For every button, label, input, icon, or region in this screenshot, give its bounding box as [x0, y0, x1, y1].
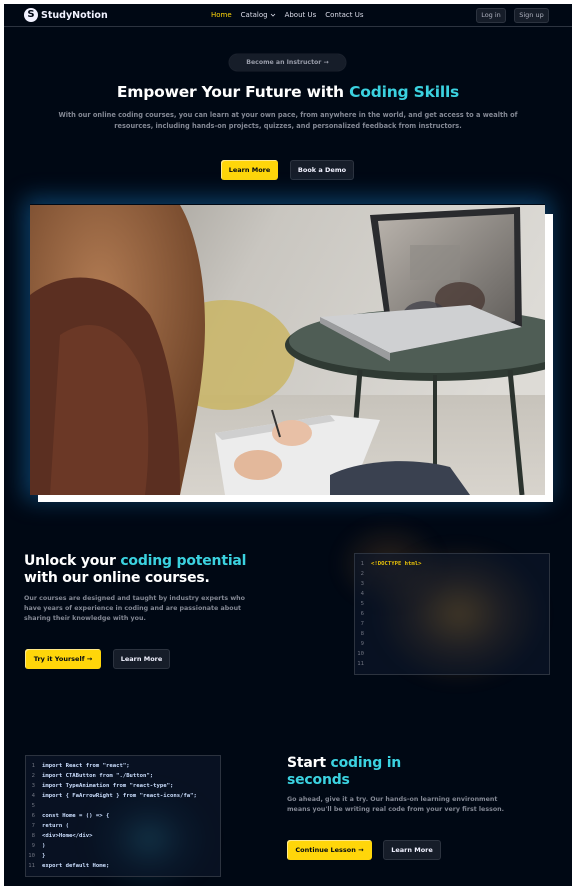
continue-lesson-label: Continue Lesson — [295, 846, 356, 854]
code-line: 7 — [355, 619, 549, 629]
code-line: 2 import CTAButton from "./Button"; — [26, 771, 220, 781]
code-line-text: import TypeAnimation from "react-type"; — [42, 783, 174, 789]
code-line: 6 const Home = () => { — [26, 811, 220, 821]
code-line: 10 — [355, 649, 549, 659]
code-line-text: import { FaArrowRight } from "react-icon… — [42, 793, 197, 799]
code-line: 2 — [355, 569, 549, 579]
section1-learn-more-button[interactable]: Learn More — [113, 649, 170, 669]
code-line-number: 6 — [360, 611, 364, 617]
book-demo-button[interactable]: Book a Demo — [290, 160, 354, 180]
code-line-text: } — [42, 853, 46, 859]
code-line-text: import React from "react"; — [42, 763, 130, 769]
code-block-react: 1 import React from "react"; 2 import CTABu… — [25, 755, 221, 877]
navbar: S StudyNotion Home Catalog About Us Cont… — [4, 4, 572, 27]
code-line-number: 11 — [357, 661, 364, 667]
code-line: 11 export default Home; — [26, 861, 220, 871]
nav-link-about[interactable]: About Us — [285, 11, 317, 19]
code-line: 3 import TypeAnimation from "react-type"; — [26, 781, 220, 791]
login-button[interactable]: Log in — [476, 8, 506, 23]
hero-title-text: Empower Your Future with — [116, 83, 350, 101]
try-it-yourself-button[interactable]: Try it Yourself → — [25, 649, 101, 669]
start-coding-text: Go ahead, give it a try. Our hands-on le… — [287, 796, 505, 813]
hero-subtitle: With our online coding courses, you can … — [58, 111, 518, 130]
logo-mark: S — [24, 8, 38, 22]
code-line-number: 3 — [360, 581, 364, 587]
code-line: 8 <div>Home</div> — [26, 831, 220, 841]
section2-learn-more-button[interactable]: Learn More — [383, 840, 441, 860]
become-instructor-button[interactable]: Become an Instructor → — [229, 54, 346, 71]
unlock-text: Our courses are designed and taught by i… — [24, 595, 245, 622]
unlock-title-highlight: coding potential — [120, 553, 247, 569]
code-line-number: 5 — [360, 601, 364, 607]
code-line-text: <!DOCTYPE html> — [371, 561, 422, 567]
page: S StudyNotion Home Catalog About Us Cont… — [4, 4, 572, 886]
code-line: 7 return ( — [26, 821, 220, 831]
code-line-text: ) — [42, 843, 46, 849]
logo[interactable]: S StudyNotion — [24, 8, 108, 22]
code-line-text: return ( — [42, 823, 69, 829]
continue-lesson-button[interactable]: Continue Lesson → — [287, 840, 372, 860]
hero-title: Empower Your Future with Coding Skills — [4, 83, 572, 101]
code-line: 3 — [355, 579, 549, 589]
nav-links: Home Catalog About Us Contact Us — [211, 11, 364, 19]
code-line: 4 import { FaArrowRight } from "react-ico… — [26, 791, 220, 801]
unlock-title: Unlock your coding potential with our on… — [24, 553, 284, 586]
hero-learn-more-button[interactable]: Learn More — [221, 160, 278, 180]
arrow-right-icon: → — [323, 59, 329, 66]
code-line-number: 10 — [357, 651, 364, 657]
code-line-number: 7 — [31, 823, 35, 829]
code-line: 6 — [355, 609, 549, 619]
code-line: 1 <!DOCTYPE html> — [355, 559, 549, 569]
start-coding-title-a: Start — [287, 755, 331, 771]
code-line: 11 — [355, 659, 549, 669]
code-line-number: 4 — [360, 591, 364, 597]
nav-link-contact[interactable]: Contact Us — [325, 11, 363, 19]
code-line-number: 10 — [28, 853, 35, 859]
code-line-text: export default Home; — [42, 863, 110, 869]
nav-link-catalog[interactable]: Catalog — [241, 11, 276, 19]
code-line: 10} — [26, 851, 220, 861]
code-line-number: 7 — [360, 621, 364, 627]
code-line-text: <div>Home</div> — [42, 833, 93, 839]
code-line: 4 — [355, 589, 549, 599]
arrow-right-icon: → — [86, 655, 93, 663]
code-line-text: import CTAButton from "./Button"; — [42, 773, 154, 779]
try-it-yourself-label: Try it Yourself — [33, 655, 85, 663]
code-line: 5 — [355, 599, 549, 609]
arrow-right-icon: → — [358, 846, 364, 854]
code-line-number: 8 — [360, 631, 364, 637]
code-line-number: 1 — [360, 561, 364, 567]
nav-link-catalog-label: Catalog — [240, 11, 268, 19]
code-line-text: const Home = () => { — [42, 813, 110, 819]
unlock-title-b: with our online courses. — [24, 569, 210, 586]
code-line: 1 import React from "react"; — [26, 761, 220, 771]
logo-text: StudyNotion — [41, 9, 108, 21]
code-line-number: 9 — [360, 641, 364, 647]
become-instructor-label: Become an Instructor — [246, 59, 322, 66]
code-line-number: 8 — [31, 833, 35, 839]
code-line: 5 — [26, 801, 220, 811]
signup-button[interactable]: Sign up — [514, 8, 549, 23]
unlock-title-a: Unlock your — [24, 553, 121, 569]
hero-title-highlight: Coding Skills — [349, 83, 460, 101]
nav-link-home[interactable]: Home — [211, 11, 232, 19]
code-line-number: 1 — [31, 763, 35, 769]
code-line-number: 4 — [31, 793, 35, 799]
code-line-number: 2 — [360, 571, 364, 577]
chevron-down-icon — [270, 13, 275, 17]
hero-video-image — [30, 205, 545, 495]
code-line: 8 — [355, 629, 549, 639]
code-line-number: 3 — [31, 783, 35, 789]
code-line: 9) — [26, 841, 220, 851]
code-line-number: 5 — [31, 803, 35, 809]
code-line-number: 6 — [31, 813, 35, 819]
code-line-number: 2 — [31, 773, 35, 779]
code-line-number: 11 — [28, 863, 35, 869]
code-block-html: 1 <!DOCTYPE html> 2 3 4 5 6 7 8 9 10 11 — [354, 553, 550, 675]
code-line-number: 9 — [31, 843, 35, 849]
start-coding-title: Start coding in seconds — [287, 755, 437, 788]
code-line: 9 — [355, 639, 549, 649]
